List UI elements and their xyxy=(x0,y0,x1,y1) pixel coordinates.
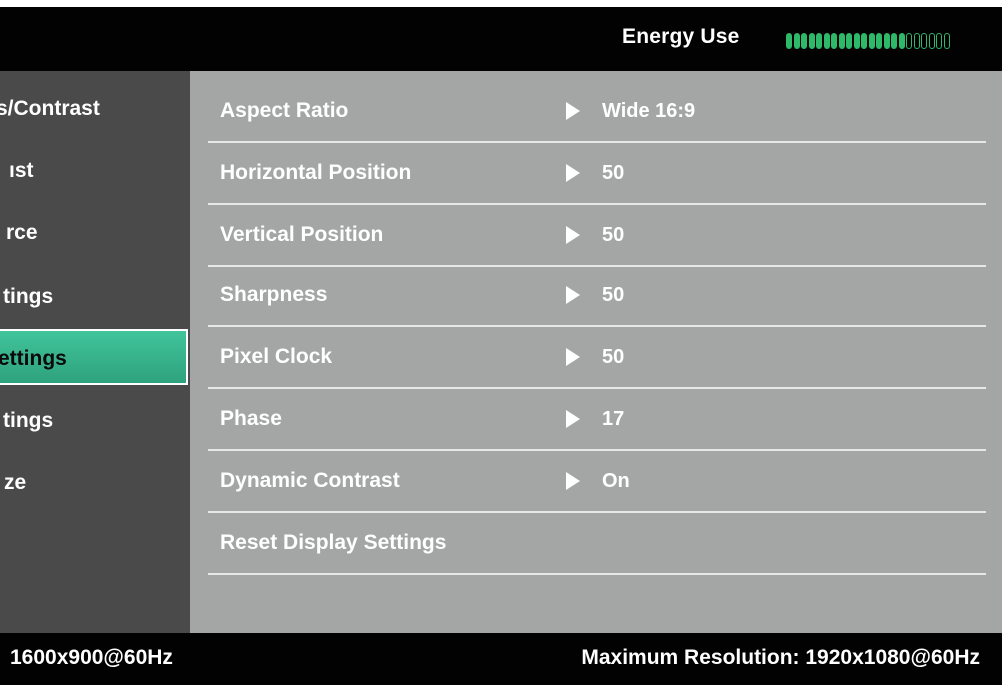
sidebar-item-input-source[interactable]: rce xyxy=(0,205,190,261)
sidebar-item-color-settings[interactable]: tings xyxy=(0,269,190,325)
energy-meter-segment xyxy=(883,33,890,49)
energy-meter-segment xyxy=(921,33,927,49)
energy-use-meter xyxy=(786,33,951,49)
setting-label: Aspect Ratio xyxy=(220,99,349,122)
energy-use-label: Energy Use xyxy=(622,25,740,48)
setting-row-aspect-ratio[interactable]: Aspect Ratio Wide 16:9 xyxy=(208,81,986,143)
setting-label: Reset Display Settings xyxy=(220,531,447,554)
energy-meter-segment xyxy=(846,33,852,49)
energy-meter-segment xyxy=(868,33,875,49)
play-arrow-icon xyxy=(566,226,580,244)
sidebar-item-label: ıst xyxy=(9,159,34,182)
energy-meter-segment xyxy=(906,33,912,49)
setting-label: Sharpness xyxy=(220,283,328,306)
play-arrow-icon xyxy=(566,348,580,366)
sidebar-item-other-settings[interactable]: tings xyxy=(0,393,190,449)
setting-row-dynamic-contrast[interactable]: Dynamic Contrast On xyxy=(208,451,986,513)
play-arrow-icon xyxy=(566,410,580,428)
energy-meter-segment xyxy=(943,33,950,49)
sidebar-item-label: tings xyxy=(3,409,54,432)
display-settings-panel: Aspect Ratio Wide 16:9 Horizontal Positi… xyxy=(190,71,1002,633)
sidebar-item-label: tings xyxy=(3,285,54,308)
energy-meter-segment xyxy=(816,33,822,49)
setting-row-horizontal-position[interactable]: Horizontal Position 50 xyxy=(208,143,986,205)
setting-label: Dynamic Contrast xyxy=(220,469,400,492)
sidebar-item-label: s/Contrast xyxy=(0,97,100,120)
play-arrow-icon xyxy=(566,286,580,304)
sidebar-item-label: ettings xyxy=(0,347,67,370)
sidebar-item-personalize[interactable]: ze xyxy=(0,455,190,511)
energy-meter-segment xyxy=(913,33,920,49)
setting-row-pixel-clock[interactable]: Pixel Clock 50 xyxy=(208,327,986,389)
osd-header: Energy Use xyxy=(0,7,1002,71)
sidebar-item-brightness-contrast[interactable]: s/Contrast xyxy=(0,81,190,137)
maximum-resolution: Maximum Resolution: 1920x1080@60Hz xyxy=(581,646,980,669)
osd-sidebar-menu: s/Contrast ıst rce tings ettings tings z… xyxy=(0,71,190,633)
energy-meter-segment xyxy=(801,33,807,49)
energy-meter-segment xyxy=(793,33,800,49)
setting-value: 50 xyxy=(602,346,625,368)
sidebar-item-auto-adjust[interactable]: ıst xyxy=(0,143,190,199)
osd-footer: 1600x900@60Hz Maximum Resolution: 1920x1… xyxy=(0,633,1002,685)
energy-meter-segment xyxy=(898,33,905,49)
sidebar-item-label: rce xyxy=(6,221,38,244)
setting-value: On xyxy=(602,470,630,492)
setting-label: Vertical Position xyxy=(220,223,384,246)
setting-value: 50 xyxy=(602,162,625,184)
energy-meter-segment xyxy=(928,33,935,49)
current-resolution: 1600x900@60Hz xyxy=(10,646,173,669)
play-arrow-icon xyxy=(566,472,580,490)
monitor-osd-menu: Energy Use s/Contrast ıst rce tings etti… xyxy=(0,7,1002,685)
energy-meter-segment xyxy=(876,33,882,49)
setting-row-reset-display-settings[interactable]: Reset Display Settings xyxy=(208,513,986,575)
setting-row-sharpness[interactable]: Sharpness 50 xyxy=(208,265,986,327)
energy-meter-segment xyxy=(853,33,860,49)
setting-label: Pixel Clock xyxy=(220,345,333,368)
energy-meter-segment xyxy=(838,33,845,49)
energy-meter-segment xyxy=(823,33,830,49)
play-arrow-icon xyxy=(566,102,580,120)
setting-value: 17 xyxy=(602,408,625,430)
sidebar-item-display-settings[interactable]: ettings xyxy=(0,329,188,385)
energy-meter-segment xyxy=(831,33,837,49)
energy-meter-segment xyxy=(808,33,815,49)
energy-meter-segment xyxy=(861,33,867,49)
setting-row-vertical-position[interactable]: Vertical Position 50 xyxy=(208,205,986,267)
setting-label: Phase xyxy=(220,407,282,430)
setting-row-phase[interactable]: Phase 17 xyxy=(208,389,986,451)
play-arrow-icon xyxy=(566,164,580,182)
setting-value: Wide 16:9 xyxy=(602,100,696,122)
energy-meter-segment xyxy=(786,33,792,49)
setting-value: 50 xyxy=(602,284,625,306)
energy-meter-segment xyxy=(891,33,897,49)
sidebar-item-label: ze xyxy=(4,471,27,494)
energy-meter-segment xyxy=(936,33,942,49)
setting-value: 50 xyxy=(602,224,625,246)
setting-label: Horizontal Position xyxy=(220,161,412,184)
